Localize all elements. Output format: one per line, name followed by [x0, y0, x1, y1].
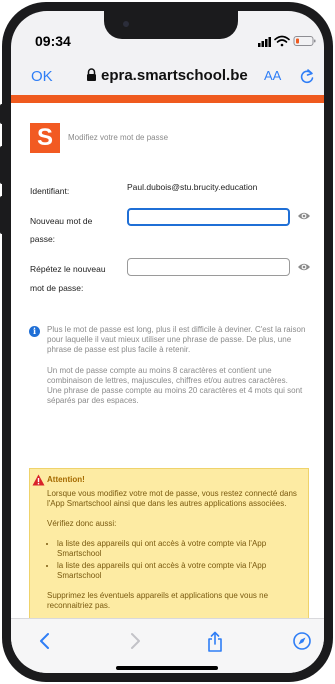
info-paragraph: Une phrase de passe compte au moins 20 c… — [47, 386, 303, 406]
identifier-label: Identifiant: — [30, 186, 70, 196]
reload-icon[interactable] — [299, 67, 315, 85]
battery-icon — [293, 36, 316, 46]
camera-dot — [123, 21, 129, 27]
done-button[interactable]: OK — [31, 68, 53, 85]
smartschool-logo: S — [30, 123, 60, 153]
status-time: 09:34 — [35, 33, 71, 49]
warning-box: Attention! Lorsque vous modifiez votre m… — [29, 468, 309, 628]
warning-paragraph: Supprimez les éventuels appareils et app… — [47, 591, 269, 610]
new-password-input[interactable] — [127, 208, 290, 226]
warning-body: Lorsque vous modifiez votre mot de passe… — [47, 489, 303, 621]
wifi-icon — [274, 35, 290, 47]
warning-paragraph: Vérifiez donc aussi: — [47, 519, 117, 528]
warning-title: Attention! — [47, 475, 85, 484]
new-password-label-2: passe: — [30, 234, 56, 244]
password-info: Plus le mot de passe est long, plus il e… — [47, 325, 317, 406]
home-indicator — [116, 666, 218, 670]
phone-frame: 09:34 OK epra.smartschool.be AA S Modifi… — [2, 2, 333, 682]
show-repeat-password-icon[interactable] — [297, 262, 311, 272]
status-icons — [258, 35, 316, 47]
warning-paragraph: Lorsque vous modifiez votre mot de passe… — [47, 489, 297, 508]
lock-icon — [87, 68, 96, 81]
status-bar: 09:34 — [11, 11, 324, 59]
page-content: S Modifiez votre mot de passe Identifian… — [11, 103, 324, 628]
info-icon: i — [29, 326, 40, 337]
screen: 09:34 OK epra.smartschool.be AA S Modifi… — [11, 11, 324, 673]
warning-icon — [32, 474, 45, 486]
identifier-value: Paul.dubois@stu.brucity.education — [127, 182, 258, 192]
list-item: la liste des appareils qui ont accès à v… — [57, 561, 303, 581]
forward-icon[interactable] — [128, 631, 142, 651]
repeat-password-label-2: mot de passe: — [30, 283, 84, 293]
device-check-list: la liste des appareils qui ont accès à v… — [47, 539, 303, 581]
info-paragraph: Un mot de passe compte au moins 8 caract… — [47, 365, 288, 385]
notch — [104, 11, 238, 39]
address-domain[interactable]: epra.smartschool.be — [101, 67, 248, 84]
compass-icon[interactable] — [292, 631, 312, 651]
signal-icon — [258, 37, 271, 47]
browser-navbar: OK epra.smartschool.be AA — [11, 59, 324, 95]
page-subtitle: Modifiez votre mot de passe — [68, 133, 169, 142]
back-icon[interactable] — [38, 631, 52, 651]
repeat-password-input[interactable] — [127, 258, 290, 276]
brand-bar — [11, 95, 324, 103]
show-password-icon[interactable] — [297, 211, 311, 221]
share-icon[interactable] — [206, 631, 224, 653]
browser-toolbar — [11, 618, 324, 673]
text-size-button[interactable]: AA — [264, 68, 281, 83]
list-item: la liste des appareils qui ont accès à v… — [57, 539, 303, 559]
info-paragraph: Plus le mot de passe est long, plus il e… — [47, 325, 306, 355]
